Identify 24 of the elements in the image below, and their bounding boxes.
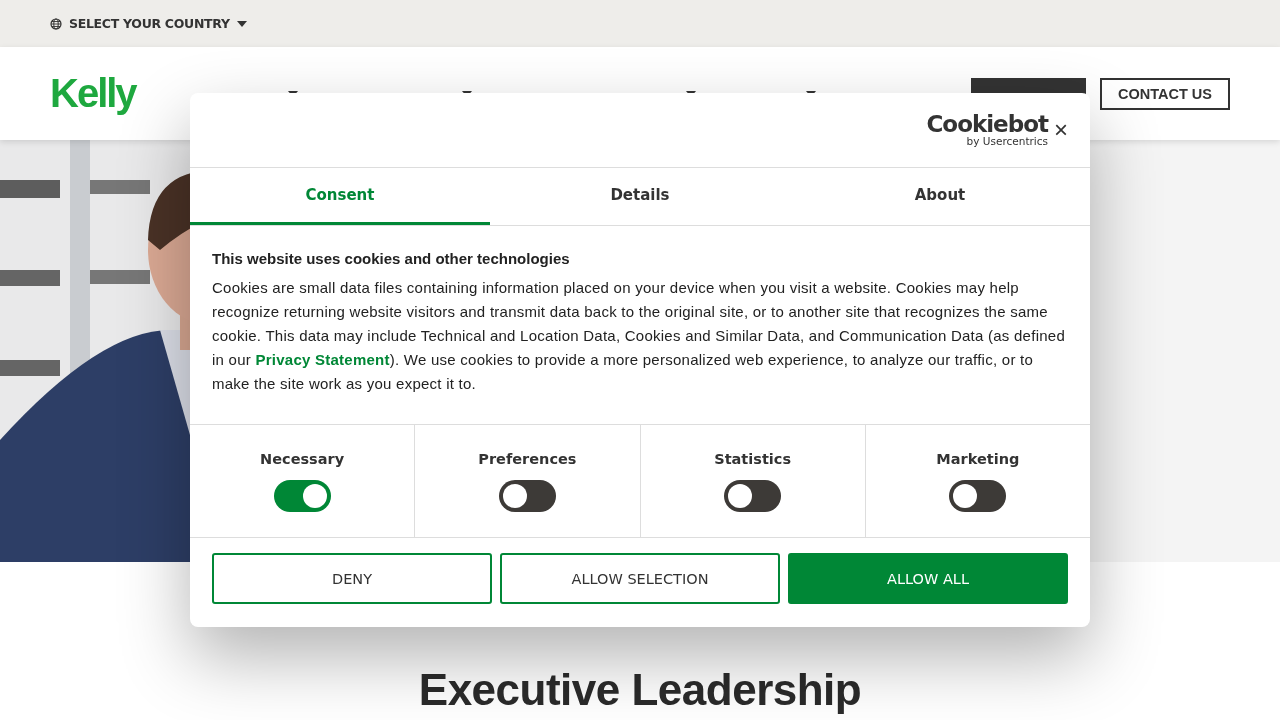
country-selector[interactable]: SELECT YOUR COUNTRY (50, 16, 247, 31)
privacy-link[interactable]: Privacy Statement (255, 351, 390, 368)
globe-icon (50, 17, 62, 30)
toggle-label: Statistics (714, 450, 792, 467)
toggle-switch[interactable] (724, 479, 782, 512)
page-heading: Executive Leadership (418, 668, 862, 712)
toggle-switch[interactable] (949, 479, 1007, 512)
toggle-switch[interactable] (498, 479, 556, 512)
country-label[interactable]: SELECT YOUR COUNTRY (69, 16, 230, 31)
dialog-heading: This website uses cookies and other technologies (212, 250, 571, 267)
close-button[interactable]: × (1052, 118, 1070, 142)
brand-logo: Cookiebot (926, 113, 1048, 137)
consent-button[interactable]: DENY (212, 553, 492, 604)
header-button[interactable]: CONTACT US (1100, 77, 1230, 110)
brand-subtitle: by Usercentrics (966, 136, 1048, 147)
toggle-label: Necessary (260, 450, 345, 467)
toggle-switch[interactable] (273, 479, 331, 512)
toggle-label: Marketing (936, 450, 1020, 467)
dialog-tab[interactable]: Consent (190, 168, 490, 225)
consent-button[interactable]: ALLOW ALL (788, 553, 1068, 604)
toggle-label: Preferences (478, 450, 577, 467)
consent-button[interactable]: ALLOW SELECTION (500, 553, 780, 604)
caret-icon (236, 20, 247, 27)
dialog-text: Cookies are small data files containing information placed on your device when you visit a website. Cookies may help recognize returning website visitors and transmit data back to the original site, or to another site that recognizes the same cookie. This data may include Technical and Location Data, Cookies and Similar Data, and Communication Data (as defined in our Privacy Statement). We use cookies to provide a more personalized web experience, to analyze our traffic, or to make the site work as you expect it to. (212, 278, 1066, 394)
